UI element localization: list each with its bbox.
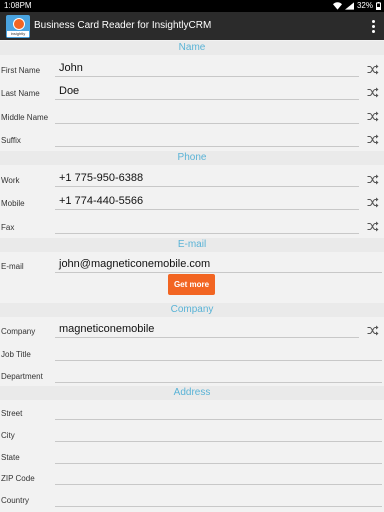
row-department: Department (0, 362, 384, 384)
battery-percent: 32% (356, 1, 373, 10)
row-work: Work +1 775-950-6388 (0, 166, 384, 188)
mobile-phone-field[interactable]: +1 774-440-5566 (55, 192, 359, 210)
country-label: Country (1, 496, 30, 505)
app-bar: insightly Business Card Reader for Insig… (0, 12, 384, 40)
mobile-label: Mobile (1, 199, 25, 208)
first-name-field[interactable]: John (55, 59, 359, 77)
get-more-button[interactable]: Get more (168, 274, 215, 295)
section-header-name: Name (0, 41, 384, 55)
row-state: State (0, 443, 384, 465)
status-time: 1:08PM (4, 1, 32, 10)
city-label: City (1, 431, 15, 440)
row-company: Company magneticonemobile (0, 317, 384, 339)
last-name-field[interactable]: Doe (55, 82, 359, 100)
street-label: Street (1, 409, 23, 418)
logo-text: insightly (7, 31, 29, 37)
overflow-menu-icon[interactable] (371, 20, 375, 33)
shuffle-icon[interactable] (367, 221, 379, 232)
form-content: Name First Name John Last Name Doe Middl… (0, 40, 384, 512)
wifi-icon (332, 1, 342, 10)
status-bar: 1:08PM 32% (0, 0, 384, 12)
first-name-label: First Name (1, 66, 41, 75)
job-title-field[interactable] (55, 343, 382, 361)
fax-label: Fax (1, 223, 15, 232)
job-title-label: Job Title (1, 350, 31, 359)
suffix-field[interactable] (55, 129, 359, 147)
company-field[interactable]: magneticonemobile (55, 320, 359, 338)
email-field[interactable]: john@magneticonemobile.com (55, 255, 382, 273)
section-header-address: Address (0, 386, 384, 400)
country-field[interactable] (55, 489, 382, 507)
shuffle-icon[interactable] (367, 87, 379, 98)
battery-icon (376, 1, 381, 10)
section-header-email: E-mail (0, 238, 384, 252)
middle-name-field[interactable] (55, 106, 359, 124)
middle-name-label: Middle Name (1, 113, 49, 122)
zip-label: ZIP Code (1, 474, 35, 483)
row-email: E-mail john@magneticonemobile.com (0, 252, 384, 274)
shuffle-icon[interactable] (367, 174, 379, 185)
section-header-company: Company (0, 303, 384, 317)
section-header-phone: Phone (0, 151, 384, 165)
zip-field[interactable] (55, 467, 382, 485)
suffix-label: Suffix (1, 136, 21, 145)
state-field[interactable] (55, 446, 382, 464)
row-fax: Fax (0, 213, 384, 235)
email-label: E-mail (1, 262, 24, 271)
row-last-name: Last Name Doe (0, 79, 384, 101)
row-street: Street (0, 399, 384, 421)
row-first-name: First Name John (0, 56, 384, 78)
city-field[interactable] (55, 424, 382, 442)
last-name-label: Last Name (1, 89, 40, 98)
row-country: Country (0, 486, 384, 508)
shuffle-icon[interactable] (367, 64, 379, 75)
street-field[interactable] (55, 402, 382, 420)
signal-icon (344, 1, 354, 10)
work-label: Work (1, 176, 20, 185)
row-mobile: Mobile +1 774-440-5566 (0, 189, 384, 211)
shuffle-icon[interactable] (367, 134, 379, 145)
company-label: Company (1, 327, 36, 336)
row-zip: ZIP Code (0, 464, 384, 486)
app-title: Business Card Reader for InsightlyCRM (34, 20, 212, 31)
work-phone-field[interactable]: +1 775-950-6388 (55, 169, 359, 187)
shuffle-icon[interactable] (367, 111, 379, 122)
department-field[interactable] (55, 365, 382, 383)
row-suffix: Suffix (0, 126, 384, 148)
app-logo: insightly (6, 15, 30, 38)
row-city: City (0, 421, 384, 443)
shuffle-icon[interactable] (367, 325, 379, 336)
fax-field[interactable] (55, 216, 359, 234)
row-job-title: Job Title (0, 340, 384, 362)
row-middle-name: Middle Name (0, 103, 384, 125)
shuffle-icon[interactable] (367, 197, 379, 208)
state-label: State (1, 453, 20, 462)
department-label: Department (1, 372, 43, 381)
